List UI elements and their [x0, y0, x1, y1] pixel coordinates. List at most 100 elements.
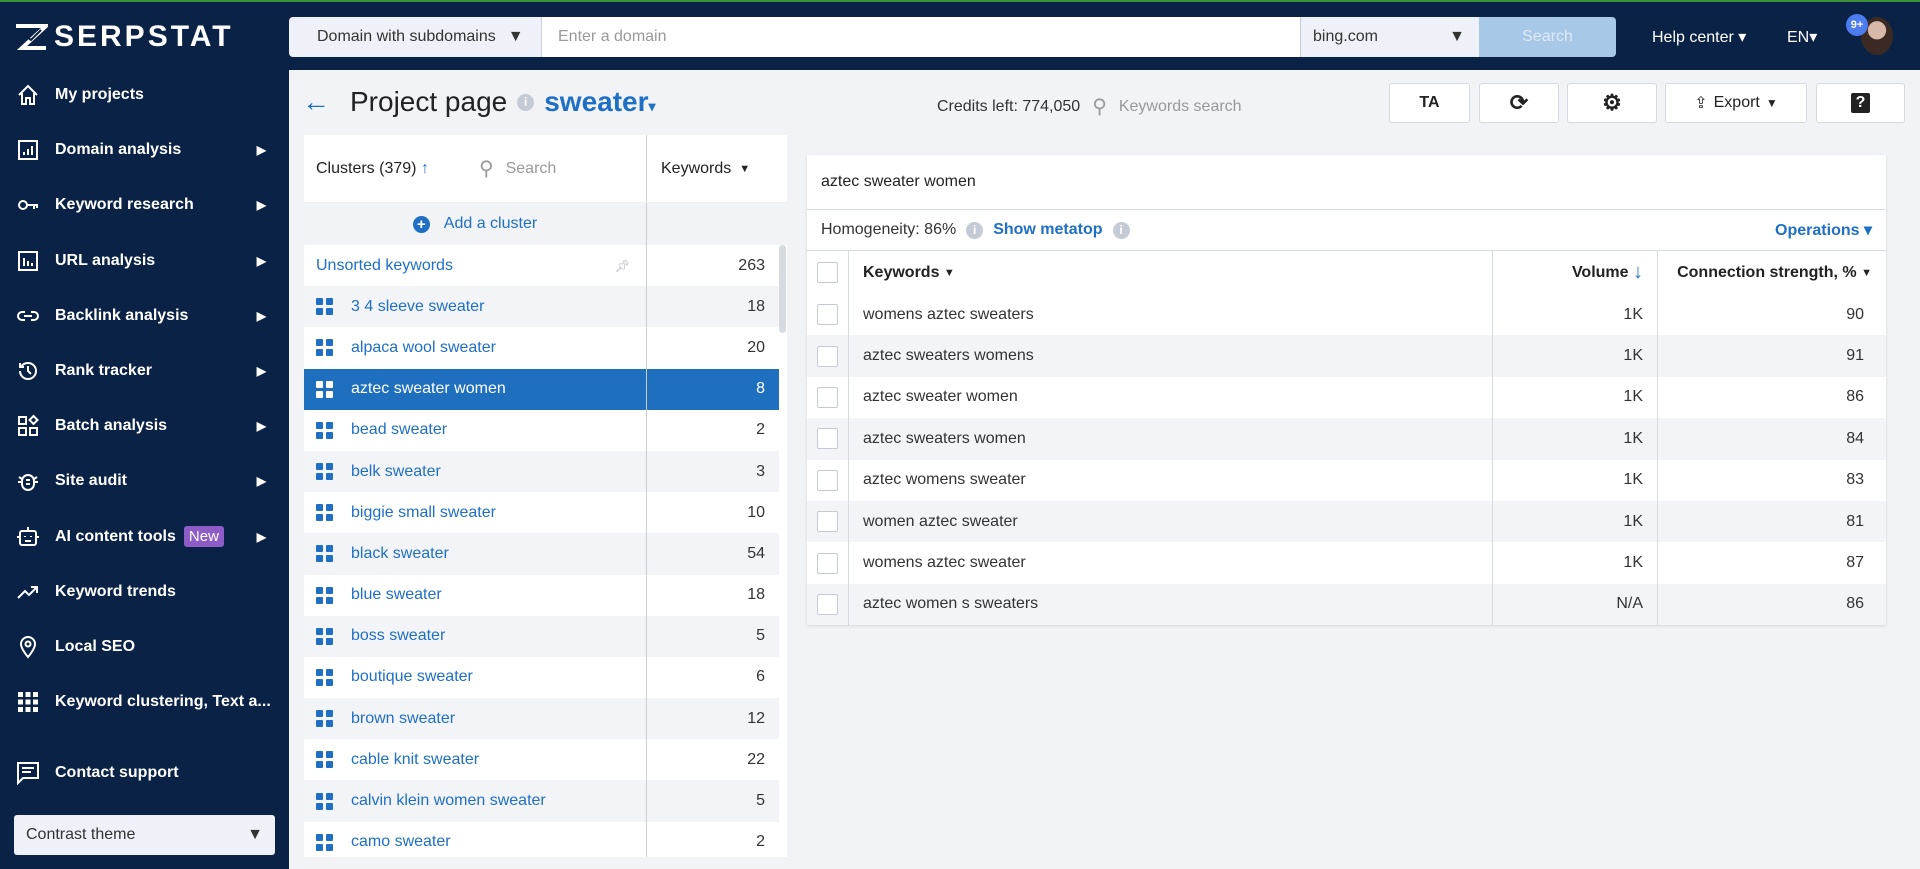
- sidebar-item-rank-tracker[interactable]: Rank tracker ▶: [14, 356, 276, 386]
- cluster-search-input[interactable]: Search: [506, 160, 557, 178]
- refresh-button[interactable]: ⟳: [1479, 83, 1559, 123]
- clusters-sort[interactable]: Clusters (379) ↑: [316, 160, 429, 178]
- sidebar-item-local-seo[interactable]: Local SEO: [14, 632, 276, 662]
- cluster-grid-icon: [316, 710, 333, 728]
- table-row[interactable]: aztec sweaters women 1K 84: [807, 418, 1886, 460]
- theme-select[interactable]: Contrast theme ▼: [14, 815, 275, 855]
- strength-cell: 86: [1846, 595, 1864, 613]
- keywords-search-input[interactable]: Keywords search: [1119, 98, 1242, 116]
- cluster-grid-icon: [316, 504, 333, 522]
- sort-down-icon: ↓: [1633, 261, 1643, 283]
- cluster-row[interactable]: Unsorted keywords 📌︎ 263: [304, 245, 779, 287]
- pin-icon[interactable]: 📌︎: [615, 259, 630, 273]
- show-metatop-link[interactable]: Show metatop: [993, 221, 1102, 239]
- info-icon[interactable]: i: [1112, 221, 1130, 239]
- credits: Credits left: 774,050 ⚲ Keywords search: [937, 96, 1242, 118]
- bug-icon: [14, 467, 42, 495]
- cluster-row[interactable]: black sweater 54: [304, 533, 779, 575]
- table-row[interactable]: women aztec sweater 1K 81: [807, 500, 1886, 543]
- sidebar-item-keyword-clustering-text-a[interactable]: Keyword clustering, Text a...: [14, 687, 276, 717]
- sidebar-item-domain-analysis[interactable]: Domain analysis ▶: [14, 135, 276, 165]
- chevron-right-icon: ▶: [256, 308, 266, 323]
- sidebar-item-site-audit[interactable]: Site audit ▶: [14, 466, 276, 496]
- sidebar-item-my-projects[interactable]: My projects: [14, 80, 276, 110]
- cluster-row[interactable]: alpaca wool sweater 20: [304, 327, 779, 369]
- row-checkbox[interactable]: [817, 469, 838, 491]
- cluster-row[interactable]: boutique sweater 6: [304, 656, 779, 699]
- table-row[interactable]: aztec sweater women 1K 86: [807, 376, 1886, 419]
- info-icon[interactable]: i: [966, 221, 984, 239]
- help-center-menu[interactable]: Help center ▾: [1652, 27, 1746, 47]
- sidebar-item-batch-analysis[interactable]: Batch analysis ▶: [14, 411, 276, 441]
- row-checkbox[interactable]: [817, 386, 838, 408]
- cluster-row[interactable]: cable knit sweater 22: [304, 739, 779, 781]
- export-button[interactable]: ⇪ Export ▼: [1665, 83, 1807, 123]
- sidebar-item-ai-content-tools[interactable]: AI content tools New ▶: [14, 522, 276, 552]
- row-checkbox[interactable]: [817, 511, 838, 533]
- table-row[interactable]: aztec womens sweater 1K 83: [807, 459, 1886, 501]
- strength-cell: 83: [1846, 471, 1864, 489]
- cluster-row[interactable]: camo sweater 2: [304, 821, 779, 857]
- scrollbar[interactable]: [779, 245, 786, 333]
- volume-column-header[interactable]: Volume ↓: [1493, 251, 1658, 294]
- row-checkbox[interactable]: [817, 345, 838, 367]
- notification-badge[interactable]: 9+: [1846, 14, 1868, 36]
- cluster-row[interactable]: calvin klein women sweater 5: [304, 780, 779, 822]
- location-icon: [14, 633, 42, 661]
- keywords-column-header[interactable]: Keywords ▼: [849, 251, 1493, 294]
- cluster-row[interactable]: boss sweater 5: [304, 615, 779, 657]
- volume-cell: N/A: [1493, 583, 1658, 626]
- help-button[interactable]: ?: [1816, 83, 1905, 123]
- table-row[interactable]: womens aztec sweater 1K 87: [807, 542, 1886, 584]
- sidebar-item-url-analysis[interactable]: URL analysis ▶: [14, 246, 276, 276]
- table-row[interactable]: aztec sweaters womens 1K 91: [807, 335, 1886, 377]
- sidebar-item-keyword-trends[interactable]: Keyword trends: [14, 577, 276, 607]
- project-select[interactable]: sweater▾: [544, 86, 655, 118]
- grid-icon: [14, 688, 42, 716]
- home-icon: [14, 81, 42, 109]
- cluster-row[interactable]: bead sweater 2: [304, 409, 779, 451]
- contact-support[interactable]: Contact support: [14, 758, 276, 788]
- operations-menu[interactable]: Operations ▾: [1775, 220, 1872, 240]
- domain-chart-icon: [14, 136, 42, 164]
- cluster-grid-icon: [316, 586, 333, 604]
- search-engine-select[interactable]: bing.com ▼: [1300, 17, 1479, 57]
- sidebar-item-keyword-research[interactable]: Keyword research ▶: [14, 190, 276, 220]
- add-cluster-button[interactable]: + Add a cluster: [304, 203, 647, 245]
- cluster-grid-icon: [316, 380, 333, 398]
- settings-button[interactable]: ⚙: [1567, 83, 1657, 123]
- domain-input[interactable]: Enter a domain: [541, 17, 1300, 57]
- keywords-column-header[interactable]: Keywords ▼: [647, 160, 750, 178]
- cluster-row[interactable]: blue sweater 18: [304, 574, 779, 616]
- row-checkbox[interactable]: [817, 552, 838, 574]
- domain-mode-select[interactable]: Domain with subdomains ▼: [289, 17, 541, 57]
- cluster-row[interactable]: brown sweater 12: [304, 698, 779, 740]
- cluster-grid-icon: [316, 792, 333, 810]
- row-checkbox[interactable]: [817, 428, 838, 450]
- row-checkbox[interactable]: [817, 593, 838, 615]
- volume-cell: 1K: [1493, 500, 1658, 543]
- cluster-row[interactable]: biggie small sweater 10: [304, 492, 779, 534]
- chevron-right-icon: ▶: [256, 198, 266, 213]
- sidebar-item-backlink-analysis[interactable]: Backlink analysis ▶: [14, 301, 276, 331]
- logo[interactable]: SERPSTAT: [14, 20, 234, 54]
- table-row[interactable]: aztec women s sweaters N/A 86: [807, 583, 1886, 626]
- cluster-row[interactable]: aztec sweater women 8: [304, 368, 779, 410]
- volume-cell: 1K: [1493, 418, 1658, 460]
- cluster-row[interactable]: 3 4 sleeve sweater 18: [304, 286, 779, 328]
- ta-button[interactable]: TA: [1389, 83, 1470, 123]
- back-arrow-icon[interactable]: ←: [302, 86, 330, 118]
- upload-icon: ⇪: [1694, 95, 1708, 112]
- select-all-checkbox[interactable]: [817, 262, 838, 283]
- info-icon[interactable]: i: [517, 93, 535, 111]
- cluster-grid-icon: [316, 627, 333, 645]
- language-menu[interactable]: EN▾: [1787, 27, 1817, 47]
- search-button[interactable]: Search: [1479, 17, 1616, 57]
- strength-cell: 90: [1846, 305, 1864, 323]
- row-checkbox[interactable]: [817, 304, 838, 326]
- caret-down-icon: ▼: [507, 28, 524, 45]
- cluster-row[interactable]: belk sweater 3: [304, 450, 779, 493]
- table-row[interactable]: womens aztec sweaters 1K 90: [807, 294, 1886, 336]
- strength-column-header[interactable]: Connection strength, % ▼: [1658, 251, 1886, 294]
- caret-down-icon: ▼: [1765, 96, 1778, 110]
